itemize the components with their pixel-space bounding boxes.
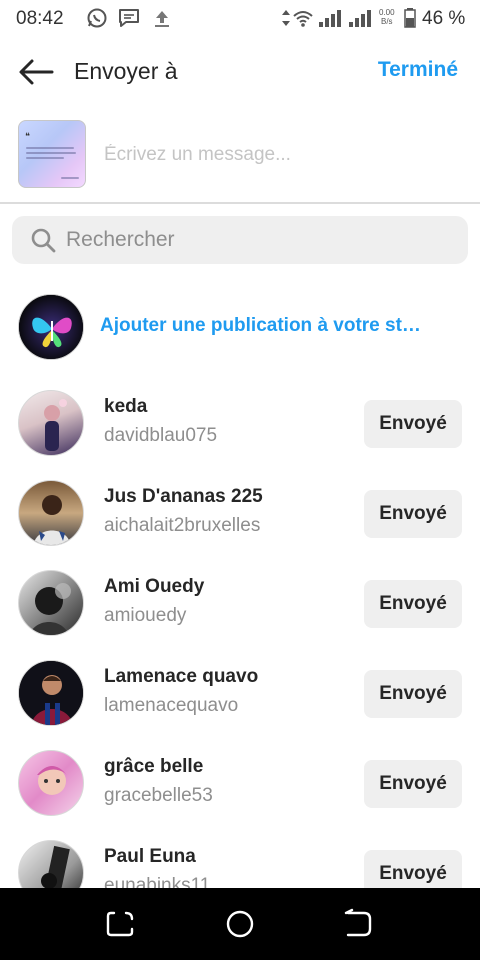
quote-icon: ❝ bbox=[25, 131, 30, 141]
net-speed: 0.00 B/s bbox=[379, 8, 395, 26]
message-icon bbox=[117, 7, 141, 34]
divider bbox=[0, 202, 480, 204]
net-speed-unit: B/s bbox=[381, 17, 393, 26]
avatar bbox=[18, 660, 84, 726]
signal-icon bbox=[318, 7, 344, 34]
contact-name: Jus D'ananas 225 bbox=[104, 486, 263, 507]
contact-name: Ami Ouedy bbox=[104, 576, 205, 597]
contact-name: keda bbox=[104, 396, 148, 417]
done-button[interactable]: Terminé bbox=[378, 58, 458, 82]
message-input[interactable] bbox=[104, 144, 444, 166]
contact-username: amiouedy bbox=[104, 605, 187, 626]
search-icon bbox=[30, 227, 56, 258]
avatar bbox=[18, 480, 84, 546]
battery-icon bbox=[404, 7, 416, 34]
compose-area: ❝ bbox=[0, 118, 480, 194]
status-bar: 08:42 0.00 B/s 46 % bbox=[0, 0, 480, 36]
header: Envoyer à Terminé bbox=[0, 48, 480, 98]
add-to-story-row[interactable]: Ajouter une publication à votre story bbox=[0, 292, 480, 362]
back-button[interactable] bbox=[16, 56, 56, 88]
search-input[interactable] bbox=[66, 228, 446, 252]
whatsapp-icon bbox=[86, 7, 108, 34]
sent-button[interactable]: Envoyé bbox=[364, 400, 462, 448]
list-item: Ami Ouedy amiouedy Envoyé bbox=[0, 568, 480, 638]
system-nav-bar bbox=[0, 888, 480, 960]
recents-icon[interactable] bbox=[104, 908, 136, 940]
status-time: 08:42 bbox=[16, 8, 64, 29]
wifi-icon bbox=[292, 7, 314, 34]
contact-username: davidblau075 bbox=[104, 425, 218, 446]
avatar bbox=[18, 390, 84, 456]
contact-name: Lamenace quavo bbox=[104, 666, 259, 687]
contact-name: Paul Euna bbox=[104, 846, 196, 867]
back-icon[interactable] bbox=[342, 908, 374, 940]
search-bar[interactable] bbox=[12, 216, 468, 264]
story-avatar bbox=[18, 294, 84, 360]
contact-username: lamenacequavo bbox=[104, 695, 239, 716]
data-arrows-icon bbox=[280, 7, 292, 34]
net-speed-value: 0.00 bbox=[379, 8, 395, 17]
signal-icon bbox=[348, 7, 374, 34]
contact-name: grâce belle bbox=[104, 756, 204, 777]
sent-button[interactable]: Envoyé bbox=[364, 580, 462, 628]
battery-percent: 46 % bbox=[422, 8, 466, 29]
sent-button[interactable]: Envoyé bbox=[364, 760, 462, 808]
list-item: grâce belle gracebelle53 Envoyé bbox=[0, 748, 480, 818]
contact-username: gracebelle53 bbox=[104, 785, 213, 806]
list-item: Jus D'ananas 225 aichalait2bruxelles Env… bbox=[0, 478, 480, 548]
sent-button[interactable]: Envoyé bbox=[364, 490, 462, 538]
arrow-left-icon bbox=[19, 59, 54, 85]
contact-username: aichalait2bruxelles bbox=[104, 515, 261, 536]
list-item: Lamenace quavo lamenacequavo Envoyé bbox=[0, 658, 480, 728]
sent-button[interactable]: Envoyé bbox=[364, 670, 462, 718]
add-to-story-label: Ajouter une publication à votre story bbox=[100, 315, 430, 336]
upload-icon bbox=[152, 7, 172, 34]
post-thumbnail: ❝ bbox=[18, 120, 86, 188]
home-icon[interactable] bbox=[224, 908, 256, 940]
list-item: keda davidblau075 Envoyé bbox=[0, 388, 480, 458]
avatar bbox=[18, 750, 84, 816]
avatar bbox=[18, 570, 84, 636]
page-title: Envoyer à bbox=[74, 58, 178, 84]
